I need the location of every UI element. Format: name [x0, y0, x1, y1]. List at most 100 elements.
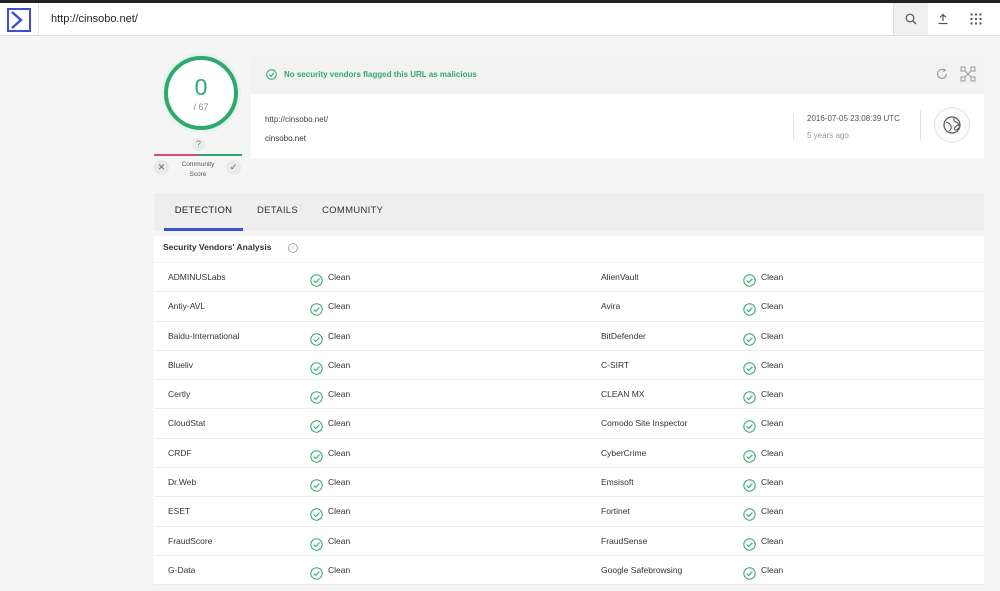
vendor-result: Clean — [328, 506, 351, 517]
check-circle-icon — [743, 303, 756, 316]
reanalyze-icon[interactable] — [935, 67, 949, 81]
vendor-result: Clean — [328, 535, 351, 546]
apps-grid-button[interactable] — [959, 3, 993, 35]
result-status — [743, 563, 756, 580]
analysis-date: 2016-07-05 23:08:39 UTC — [807, 114, 900, 123]
vendor-result: Clean — [761, 506, 784, 517]
vendor-result: Clean — [761, 330, 784, 341]
verdict-message: No security vendors flagged this URL as … — [284, 70, 477, 79]
check-circle-icon — [743, 450, 756, 463]
divider — [920, 110, 921, 140]
section-title: Security Vendors' Analysis — [163, 242, 272, 252]
vendor-name: C-SIRT — [601, 359, 630, 370]
table-row: FraudScore Clean FraudSense Clean — [154, 527, 984, 556]
check-circle-icon — [266, 69, 277, 80]
vendor-result: Clean — [761, 564, 784, 575]
result-status — [743, 299, 756, 316]
vendor-name: Blueliv — [168, 359, 194, 370]
tab-details[interactable]: DETAILS — [257, 193, 298, 231]
result-status — [310, 358, 323, 375]
vote-harmful-button[interactable]: ✕ — [154, 160, 169, 175]
vendor-name: Avira — [601, 301, 621, 312]
info-icon[interactable]: i — [288, 243, 298, 253]
community-score-bar — [154, 154, 242, 156]
result-status — [310, 329, 323, 346]
check-circle-icon — [743, 362, 756, 375]
vendor-result: Clean — [328, 330, 351, 341]
verdict-banner: No security vendors flagged this URL as … — [251, 56, 984, 94]
check-circle-icon — [310, 332, 323, 346]
result-status — [743, 329, 756, 346]
search-input[interactable] — [38, 3, 893, 35]
vendor-name: CRDF — [168, 447, 192, 458]
check-circle-icon — [743, 479, 756, 492]
check-circle-icon — [743, 391, 756, 404]
check-circle-icon — [310, 420, 323, 434]
graph-icon[interactable] — [960, 66, 976, 82]
tab-detection[interactable]: DETECTION — [164, 193, 243, 231]
check-circle-icon — [310, 391, 323, 404]
vendor-result: Clean — [328, 272, 351, 282]
analyzed-url: http://cinsobo.net/ — [265, 115, 329, 124]
globe-link-icon — [943, 116, 961, 134]
vendor-result: Clean — [328, 477, 351, 488]
vendor-name: FraudSense — [601, 535, 648, 546]
result-status — [743, 504, 756, 522]
check-circle-icon — [310, 537, 323, 551]
vendor-name: Fortinet — [601, 506, 630, 517]
vendor-name: Emsisoft — [601, 477, 634, 488]
vendor-name: CloudStat — [168, 418, 206, 429]
vendor-result: Clean — [328, 389, 351, 400]
vendor-name: CLEAN MX — [601, 389, 645, 400]
check-circle-icon — [310, 479, 323, 492]
result-status — [310, 270, 323, 287]
vendor-result: Clean — [761, 359, 784, 370]
analysis-age: 5 years ago — [807, 131, 849, 140]
table-row: Certly Clean CLEAN MX Clean — [154, 380, 984, 410]
vendor-name: AlienVault — [601, 272, 639, 282]
result-status — [310, 534, 323, 551]
table-row: Baidu-International Clean BitDefender Clean — [154, 322, 984, 351]
vendor-name: FraudScore — [168, 535, 213, 546]
search-icon — [905, 13, 917, 25]
search-button[interactable] — [893, 3, 928, 35]
upload-icon — [938, 13, 948, 25]
vendor-result: Clean — [761, 418, 784, 429]
result-status — [743, 358, 756, 375]
result-status — [310, 416, 323, 434]
check-circle-icon — [743, 508, 756, 522]
table-row: Antiy-AVL Clean Avira Clean — [154, 292, 984, 322]
tab-detection-label: DETECTION — [174, 205, 233, 216]
score-ring: 0 / 67 — [164, 56, 238, 130]
vendor-result: Clean — [328, 359, 351, 370]
vendors-section-header: Security Vendors' Analysis i — [154, 236, 984, 262]
result-status — [743, 446, 756, 463]
analyzed-domain[interactable]: cinsobo.net — [265, 134, 306, 143]
result-status — [310, 299, 323, 316]
table-row: ADMINUSLabs Clean AlienVault Clean — [154, 263, 984, 293]
vote-harmless-button[interactable]: ✓ — [226, 160, 241, 175]
result-status — [310, 387, 323, 404]
check-circle-icon — [743, 420, 756, 434]
check-circle-icon — [743, 274, 756, 287]
result-status — [310, 563, 323, 580]
tab-community[interactable]: COMMUNITY — [322, 193, 383, 231]
table-row: Dr.Web Clean Emsisoft Clean — [154, 468, 984, 498]
community-label-line2: Score — [189, 171, 207, 178]
tab-bar: DETECTION DETAILS COMMUNITY — [154, 193, 984, 231]
detection-total: / 67 — [193, 102, 209, 112]
result-status — [310, 504, 323, 522]
vendor-name: Certly — [168, 389, 191, 400]
table-row: ESET Clean Fortinet Clean — [154, 497, 984, 527]
vendor-result: Clean — [761, 535, 784, 546]
detection-score: 0 / 67 ? ✕ Community Score ✓ — [154, 52, 242, 182]
vendor-name: Baidu-International — [168, 330, 240, 341]
vendor-result: Clean — [328, 564, 351, 575]
virustotal-logo[interactable] — [6, 7, 32, 33]
table-row: CloudStat Clean Comodo Site Inspector Clean — [154, 409, 984, 439]
divider — [793, 114, 794, 140]
table-row: CRDF Clean CyberCrime Clean — [154, 439, 984, 469]
result-status — [310, 475, 323, 492]
upload-button[interactable] — [926, 3, 960, 35]
vendor-name: BitDefender — [601, 330, 646, 341]
